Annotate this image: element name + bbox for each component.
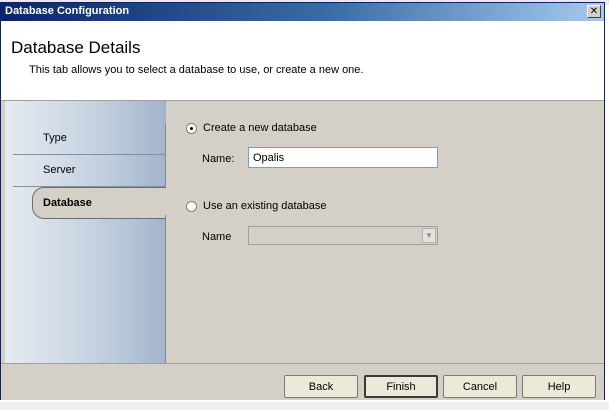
new-database-name-label: Name: bbox=[202, 153, 235, 165]
existing-database-dropdown[interactable]: ▼ bbox=[248, 226, 438, 245]
sidebar-item-label: Type bbox=[43, 132, 67, 144]
page-description: This tab allows you to select a database… bbox=[29, 64, 364, 76]
sidebar-item-server[interactable]: Server bbox=[5, 155, 166, 187]
existing-database-name-label: Name bbox=[202, 231, 232, 243]
new-database-name-input[interactable] bbox=[248, 147, 438, 168]
window-title: Database Configuration bbox=[5, 5, 130, 17]
use-existing-database-option[interactable]: Use an existing database bbox=[186, 200, 327, 212]
database-options-panel: Create a new database Name: Use an exist… bbox=[166, 101, 604, 363]
close-button[interactable]: ✕ bbox=[587, 5, 601, 18]
sidebar-item-label: Server bbox=[43, 164, 76, 176]
button-bar: Back Finish Cancel Help bbox=[1, 363, 604, 400]
back-button[interactable]: Back bbox=[284, 375, 358, 398]
create-new-database-radio[interactable] bbox=[186, 122, 197, 134]
create-new-database-option[interactable]: Create a new database bbox=[186, 122, 317, 134]
finish-button[interactable]: Finish bbox=[364, 375, 438, 398]
sidebar-item-database[interactable]: Database bbox=[32, 187, 168, 219]
sidebar-item-label: Database bbox=[43, 197, 92, 209]
header-panel: Database Details This tab allows you to … bbox=[1, 21, 604, 101]
close-icon: ✕ bbox=[589, 6, 599, 17]
sidebar-item-type[interactable]: Type bbox=[5, 123, 166, 155]
database-configuration-dialog: Database Configuration ✕ Database Detail… bbox=[0, 2, 605, 400]
dropdown-button[interactable]: ▼ bbox=[422, 228, 436, 243]
help-button[interactable]: Help bbox=[522, 375, 596, 398]
use-existing-database-label: Use an existing database bbox=[203, 200, 327, 212]
cancel-button[interactable]: Cancel bbox=[443, 375, 517, 398]
sidebar-nav: Type Server Database bbox=[5, 101, 168, 363]
chevron-down-icon: ▼ bbox=[425, 231, 433, 240]
use-existing-database-radio[interactable] bbox=[186, 200, 197, 212]
background-window-strip-bottom bbox=[0, 402, 609, 410]
create-new-database-label: Create a new database bbox=[203, 122, 317, 134]
page-title: Database Details bbox=[11, 38, 141, 57]
title-bar[interactable]: Database Configuration ✕ bbox=[1, 3, 604, 21]
